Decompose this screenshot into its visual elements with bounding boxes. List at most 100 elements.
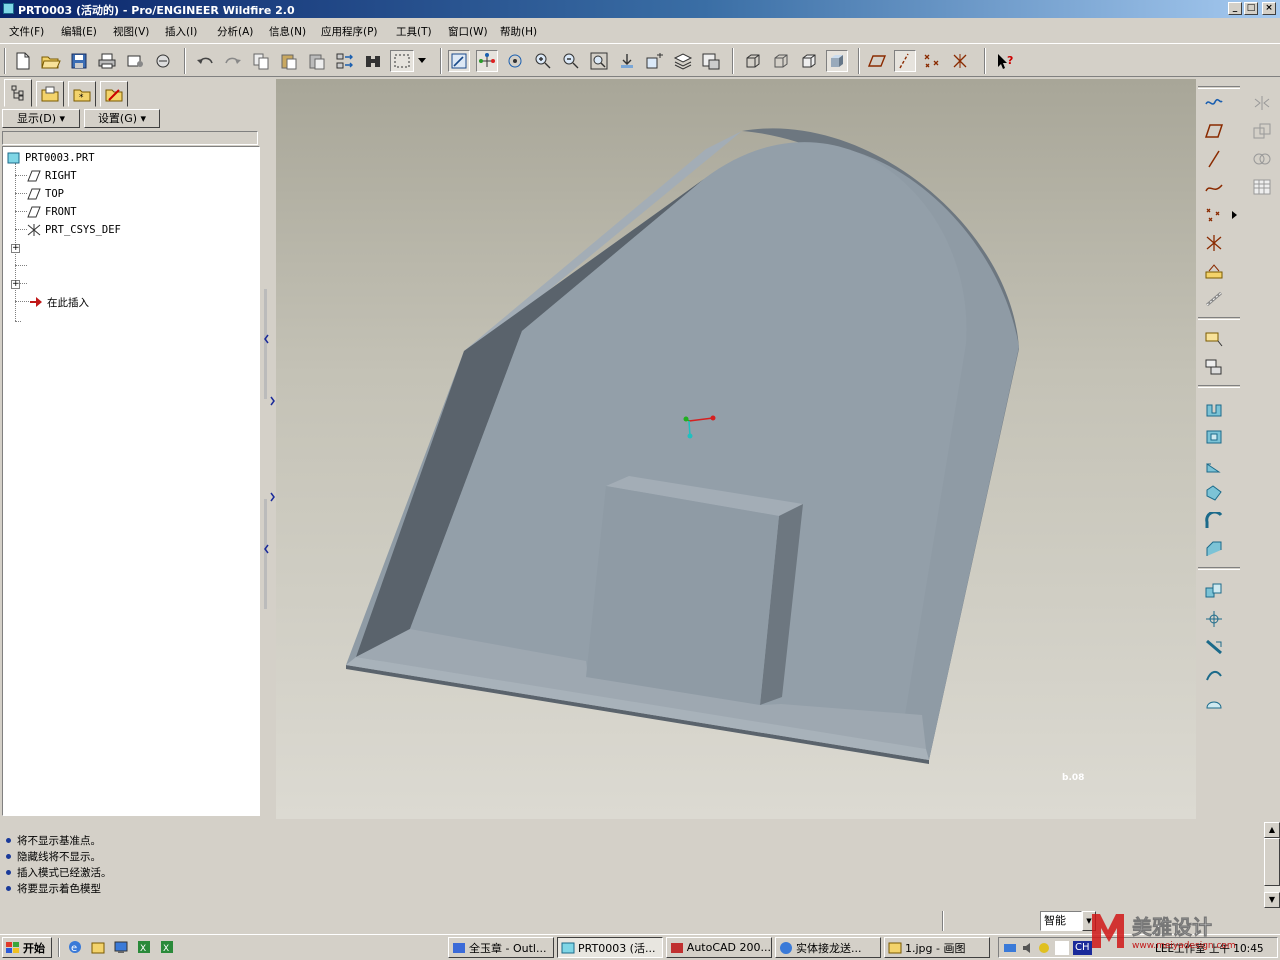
layers-icon[interactable] — [672, 50, 694, 72]
menu-edit[interactable]: 编辑(E) — [61, 24, 97, 39]
tab-folder-browser[interactable] — [36, 81, 64, 107]
tree-item-front[interactable]: FRONT — [27, 204, 77, 220]
tree-root[interactable]: PRT0003.PRT — [7, 150, 95, 166]
reorient-icon[interactable] — [616, 50, 638, 72]
draft-tool-icon[interactable] — [1202, 481, 1226, 505]
paste-special-icon[interactable] — [306, 50, 328, 72]
csys-tool-icon[interactable] — [1202, 231, 1226, 255]
extrude-tool-icon[interactable] — [1202, 397, 1226, 421]
context-help-icon[interactable]: ? — [994, 50, 1016, 72]
task-outlook[interactable]: 全玉章 - Outl... — [448, 937, 554, 958]
datum-planes-icon[interactable] — [866, 50, 888, 72]
datum-axes-icon[interactable] — [894, 50, 916, 72]
graphics-window[interactable]: b.08 — [276, 79, 1196, 819]
tree-item-csys[interactable]: PRT_CSYS_DEF — [27, 222, 121, 238]
send-link-icon[interactable] — [152, 50, 174, 72]
security-icon[interactable] — [1037, 941, 1051, 955]
paste-icon[interactable] — [278, 50, 300, 72]
app-icon[interactable] — [3, 3, 14, 14]
task-autocad[interactable]: AutoCAD 200... — [666, 937, 772, 958]
close-button[interactable]: × — [1262, 2, 1276, 15]
menu-window[interactable]: 窗口(W) — [448, 24, 488, 39]
round-tool-icon[interactable] — [1202, 509, 1226, 533]
chamfer-tool-icon[interactable] — [1202, 537, 1226, 561]
wireframe-icon[interactable] — [742, 50, 764, 72]
explorer-icon[interactable] — [91, 940, 105, 954]
new-file-icon[interactable] — [12, 50, 34, 72]
coord-sys-icon[interactable] — [950, 50, 972, 72]
spin-center-icon[interactable] — [476, 50, 498, 72]
tree-item-top[interactable]: TOP — [27, 186, 64, 202]
undo-icon[interactable] — [194, 50, 216, 72]
expand-icon[interactable]: + — [11, 244, 20, 253]
intersect-icon[interactable] — [1250, 147, 1274, 171]
navigator-splitter[interactable] — [262, 79, 276, 819]
task-proe[interactable]: PRT0003 (活... — [557, 937, 663, 958]
orient-mode-icon[interactable] — [504, 50, 526, 72]
ie-icon[interactable]: e — [68, 940, 82, 954]
scroll-up-icon[interactable]: ▲ — [1264, 822, 1280, 838]
menu-info[interactable]: 信息(N) — [269, 24, 306, 39]
saved-views-icon[interactable] — [644, 50, 666, 72]
volume-icon[interactable] — [1021, 941, 1035, 955]
note-tool-icon[interactable] — [1202, 327, 1226, 351]
pattern-guide-icon[interactable] — [1202, 287, 1226, 311]
offset-tool-icon[interactable] — [1202, 691, 1226, 715]
plane-tool-icon[interactable] — [1202, 119, 1226, 143]
tab-favorites[interactable]: * — [68, 81, 96, 107]
view-manager-icon[interactable] — [700, 50, 722, 72]
menu-file[interactable]: 文件(F) — [9, 24, 44, 39]
tab-model-tree[interactable] — [4, 79, 32, 107]
show-button[interactable]: 显示(D) ▾ — [2, 109, 80, 128]
zoom-in-icon[interactable] — [532, 50, 554, 72]
excel-icon[interactable]: X — [137, 940, 151, 954]
point-tool-icon[interactable] — [1202, 203, 1226, 227]
merge-tool-icon[interactable] — [1202, 607, 1226, 631]
shading-icon[interactable] — [826, 50, 848, 72]
copy-geometry-icon[interactable] — [1202, 355, 1226, 379]
redo-icon[interactable] — [222, 50, 244, 72]
settings-button[interactable]: 设置(G) ▾ — [84, 109, 160, 128]
restore-button[interactable]: □ — [1244, 2, 1258, 15]
tree-insert-here[interactable]: 在此插入 — [29, 294, 89, 310]
task-paint[interactable]: 1.jpg - 画图 — [884, 937, 990, 958]
network-icon[interactable] — [1003, 941, 1017, 955]
datum-points-icon[interactable] — [922, 50, 944, 72]
task-browser[interactable]: 实体接龙送... — [775, 937, 881, 958]
select-dropdown-icon[interactable] — [416, 50, 428, 72]
no-hidden-icon[interactable] — [798, 50, 820, 72]
tree-item-right[interactable]: RIGHT — [27, 168, 77, 184]
menu-insert[interactable]: 插入(I) — [165, 24, 197, 39]
menu-applications[interactable]: 应用程序(P) — [321, 24, 378, 39]
refit-icon[interactable] — [588, 50, 610, 72]
flyout-arrow-icon[interactable] — [1232, 209, 1238, 222]
hidden-line-icon[interactable] — [770, 50, 792, 72]
copy-icon[interactable] — [250, 50, 272, 72]
scroll-thumb[interactable] — [1264, 838, 1280, 886]
message-scrollbar[interactable]: ▲ ▼ — [1264, 822, 1280, 908]
menu-help[interactable]: 帮助(H) — [500, 24, 537, 39]
zoom-out-icon[interactable] — [560, 50, 582, 72]
menu-analysis[interactable]: 分析(A) — [217, 24, 253, 39]
save-icon[interactable] — [68, 50, 90, 72]
rib-tool-icon[interactable] — [1202, 453, 1226, 477]
desktop-icon[interactable] — [114, 940, 128, 954]
boolean-icon[interactable] — [1250, 119, 1274, 143]
scroll-down-icon[interactable]: ▼ — [1264, 892, 1280, 908]
select-box-icon[interactable] — [390, 50, 414, 72]
start-button[interactable]: 开始 — [2, 937, 52, 958]
trim-tool-icon[interactable] — [1202, 635, 1226, 659]
analysis-feature-icon[interactable] — [1202, 259, 1226, 283]
expand-icon[interactable]: + — [11, 280, 20, 289]
table-icon[interactable] — [1250, 175, 1274, 199]
menu-view[interactable]: 视图(V) — [113, 24, 149, 39]
revolve-tool-icon[interactable] — [1202, 425, 1226, 449]
tab-connections[interactable] — [100, 81, 128, 107]
open-folder-icon[interactable] — [40, 50, 62, 72]
extend-tool-icon[interactable] — [1202, 663, 1226, 687]
regenerate-icon[interactable] — [334, 50, 356, 72]
print-icon[interactable] — [96, 50, 118, 72]
sketch-tool-icon[interactable] — [1202, 91, 1226, 115]
minimize-button[interactable]: _ — [1228, 2, 1242, 15]
tree-filter-field[interactable] — [2, 131, 258, 145]
